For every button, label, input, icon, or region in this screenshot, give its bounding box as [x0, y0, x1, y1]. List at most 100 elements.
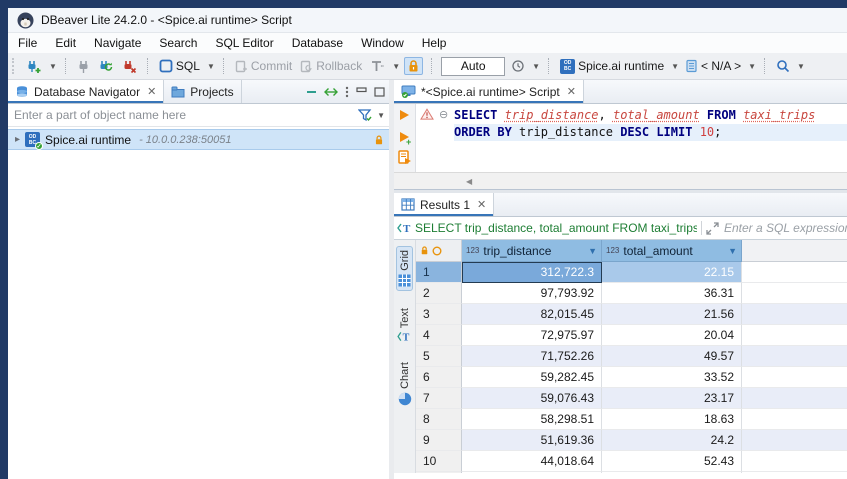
grid-cell[interactable]: [742, 367, 847, 388]
table-row[interactable]: 858,298.5118.63: [416, 409, 847, 430]
expand-filter-icon[interactable]: [706, 222, 719, 235]
menu-window[interactable]: Window: [361, 36, 404, 50]
table-row[interactable]: 571,752.2649.57: [416, 346, 847, 367]
grid-cell[interactable]: 22.15: [602, 262, 742, 283]
close-icon[interactable]: ✕: [477, 198, 486, 211]
grid-cell[interactable]: [742, 430, 847, 451]
editor-hscrollbar[interactable]: ◀: [394, 172, 847, 189]
reconnect-button[interactable]: [96, 57, 116, 76]
connect-button[interactable]: [75, 57, 92, 76]
menu-navigate[interactable]: Navigate: [94, 36, 141, 50]
grid-cell[interactable]: 44,018.64: [462, 451, 602, 472]
grid-cell[interactable]: 71,752.26: [462, 346, 602, 367]
column-header-total-amount[interactable]: 123 total_amount ▼: [602, 240, 742, 262]
code-line-current[interactable]: ORDER BY trip_distance DESC LIMIT 10;: [454, 124, 847, 141]
tab-projects[interactable]: Projects: [164, 80, 241, 103]
fold-collapse-icon[interactable]: ⊖: [439, 108, 448, 121]
grid-cell[interactable]: [742, 388, 847, 409]
maximize-icon[interactable]: [374, 87, 385, 97]
grid-cell[interactable]: 18.63: [602, 409, 742, 430]
transaction-auto-select[interactable]: Auto: [441, 57, 505, 76]
grid-cell[interactable]: 36.31: [602, 283, 742, 304]
close-icon[interactable]: ✕: [147, 85, 156, 98]
toolbar-drag-handle[interactable]: [12, 58, 17, 74]
grid-cell[interactable]: [462, 472, 602, 473]
collapse-all-icon[interactable]: [306, 87, 317, 97]
filter-placeholder[interactable]: Enter a SQL expression to: [724, 221, 847, 235]
grid-cell[interactable]: 5: [416, 346, 462, 367]
grid-cell[interactable]: 58,298.51: [462, 409, 602, 430]
grid-cell[interactable]: 21.56: [602, 304, 742, 325]
grid-cell[interactable]: [416, 472, 462, 473]
sort-desc-icon[interactable]: ▼: [728, 246, 737, 256]
rollback-button[interactable]: Rollback: [298, 57, 364, 75]
link-with-editor-icon[interactable]: [324, 87, 338, 97]
grid-cell[interactable]: 82,015.45: [462, 304, 602, 325]
menu-database[interactable]: Database: [292, 36, 343, 50]
grid-cell[interactable]: 49.57: [602, 346, 742, 367]
transaction-log-button[interactable]: [509, 57, 527, 75]
menu-sql-editor[interactable]: SQL Editor: [215, 36, 273, 50]
table-row[interactable]: 1044,018.6452.43: [416, 451, 847, 472]
grid-cell[interactable]: 97,793.92: [462, 283, 602, 304]
grid-cell[interactable]: [742, 409, 847, 430]
menu-edit[interactable]: Edit: [55, 36, 76, 50]
commit-button[interactable]: Commit: [233, 57, 294, 75]
view-menu-icon[interactable]: [345, 86, 349, 98]
scroll-left-icon[interactable]: ◀: [466, 177, 472, 186]
grid-cell[interactable]: [742, 325, 847, 346]
sort-desc-icon[interactable]: ▼: [588, 246, 597, 256]
table-row[interactable]: 297,793.9236.31: [416, 283, 847, 304]
code-content[interactable]: SELECT trip_distance, total_amount FROM …: [454, 104, 847, 172]
grid-cell[interactable]: [742, 262, 847, 283]
grid-cell[interactable]: 24.2: [602, 430, 742, 451]
grid-cell[interactable]: 8: [416, 409, 462, 430]
active-connection-selector[interactable]: ODBC Spice.ai runtime: [558, 57, 666, 76]
grid-corner-cell[interactable]: [416, 240, 462, 262]
grid-cell[interactable]: [602, 472, 742, 473]
execute-statement-icon[interactable]: [400, 110, 409, 120]
active-database-selector[interactable]: < N/A >: [683, 57, 743, 75]
table-row[interactable]: 472,975.9720.04: [416, 325, 847, 346]
tab-database-navigator[interactable]: Database Navigator ✕: [8, 80, 164, 103]
code-line[interactable]: SELECT trip_distance, total_amount FROM …: [454, 107, 847, 124]
table-row[interactable]: 1312,722.322.15: [416, 262, 847, 283]
tab-grid-view[interactable]: Grid: [396, 246, 413, 291]
close-icon[interactable]: ✕: [567, 85, 576, 98]
title-bar[interactable]: DBeaver Lite 24.2.0 - <Spice.ai runtime>…: [8, 8, 847, 33]
grid-cell[interactable]: 4: [416, 325, 462, 346]
tab-sql-script[interactable]: *<Spice.ai runtime> Script ✕: [394, 80, 584, 103]
grid-cell[interactable]: 59,282.45: [462, 367, 602, 388]
chevron-down-icon[interactable]: ▼: [207, 62, 215, 71]
grid-cell[interactable]: 6: [416, 367, 462, 388]
grid-cell[interactable]: [742, 451, 847, 472]
chevron-down-icon[interactable]: ▼: [748, 62, 756, 71]
grid-cell[interactable]: 59,076.43: [462, 388, 602, 409]
grid-cell[interactable]: 52.43: [602, 451, 742, 472]
grid-cell[interactable]: 3: [416, 304, 462, 325]
grid-cell[interactable]: 2: [416, 283, 462, 304]
tab-chart-view[interactable]: Chart: [397, 359, 413, 409]
results-filter-bar[interactable]: T SELECT trip_distance, total_amount FRO…: [394, 217, 847, 240]
table-row[interactable]: 759,076.4323.17: [416, 388, 847, 409]
grid-cell[interactable]: 33.52: [602, 367, 742, 388]
chevron-down-icon[interactable]: ▼: [392, 62, 400, 71]
minimize-icon[interactable]: [356, 87, 367, 97]
new-connection-button[interactable]: [24, 57, 44, 76]
tab-text-view[interactable]: Text T: [396, 305, 413, 345]
chevron-down-icon[interactable]: ▼: [797, 62, 805, 71]
grid-cell[interactable]: [742, 472, 847, 473]
search-button[interactable]: [774, 57, 792, 75]
grid-cell[interactable]: 7: [416, 388, 462, 409]
filter-funnel-icon[interactable]: [358, 109, 373, 122]
table-row[interactable]: 659,282.4533.52: [416, 367, 847, 388]
menu-search[interactable]: Search: [159, 36, 197, 50]
column-header-trip-distance[interactable]: 123 trip_distance ▼: [462, 240, 602, 262]
object-filter-input[interactable]: [12, 107, 358, 123]
menu-help[interactable]: Help: [422, 36, 447, 50]
expand-chevron-icon[interactable]: ▸: [15, 134, 20, 145]
grid-cell[interactable]: [742, 304, 847, 325]
grid-cell[interactable]: [742, 283, 847, 304]
grid-cell[interactable]: 51,619.36: [462, 430, 602, 451]
grid-cell[interactable]: 20.04: [602, 325, 742, 346]
